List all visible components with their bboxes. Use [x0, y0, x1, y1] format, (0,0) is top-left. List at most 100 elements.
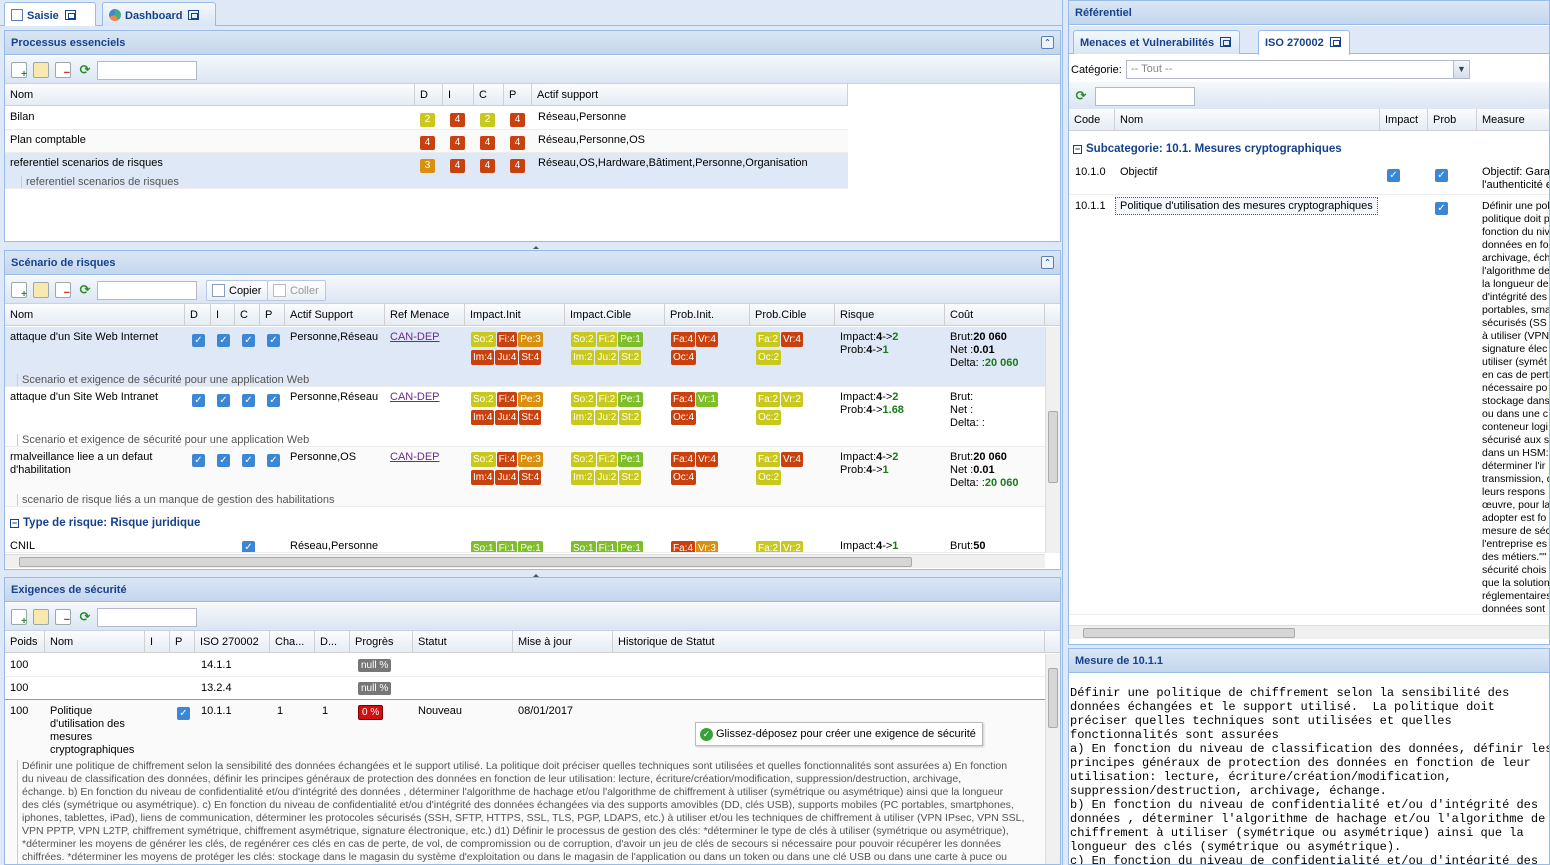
checkbox-c[interactable]: ✓: [242, 394, 255, 407]
collapse-icon[interactable]: ⌃: [1041, 256, 1054, 269]
categorie-select[interactable]: -- Tout -- ▼: [1126, 60, 1470, 79]
refresh-icon[interactable]: ⟳: [1073, 88, 1089, 104]
tab-dashboard[interactable]: Dashboard: [102, 2, 216, 26]
table-row[interactable]: Plan comptable 4 4 4 4 Réseau,Personne,O…: [5, 130, 848, 153]
col-poids[interactable]: Poids: [5, 631, 45, 653]
checkbox-p[interactable]: ✓: [267, 454, 280, 467]
horizontal-scrollbar[interactable]: [1069, 625, 1549, 639]
table-row[interactable]: 10.1.1 Politique d'utilisation des mesur…: [1069, 195, 1549, 615]
tab-menaces[interactable]: Menaces et Vulnerabilités: [1073, 30, 1241, 54]
add-icon[interactable]: [11, 282, 27, 300]
col-nom[interactable]: Nom: [5, 84, 415, 106]
checkbox-i[interactable]: ✓: [217, 334, 230, 347]
col-p[interactable]: P: [170, 631, 195, 653]
table-row[interactable]: referentiel scenarios de risques 3 4 4 4…: [5, 153, 848, 189]
scrollbar-thumb[interactable]: [1083, 628, 1295, 638]
delete-icon[interactable]: [55, 609, 71, 626]
col-prob-init[interactable]: Prob.Init.: [665, 304, 750, 326]
col-code[interactable]: Code: [1069, 109, 1115, 131]
refresh-icon[interactable]: ⟳: [77, 609, 93, 625]
detach-icon[interactable]: [1220, 37, 1232, 47]
checkbox-prob[interactable]: ✓: [1435, 169, 1448, 182]
add-icon[interactable]: [11, 609, 27, 627]
splitter[interactable]: [4, 242, 1061, 249]
edit-icon[interactable]: [33, 282, 49, 298]
scrollbar-thumb[interactable]: [1048, 411, 1058, 483]
col-d[interactable]: D: [415, 84, 443, 106]
splitter[interactable]: [4, 570, 1061, 577]
col-risque[interactable]: Risque: [835, 304, 945, 326]
chevron-down-icon[interactable]: ▼: [1453, 61, 1469, 78]
ref-menace-link[interactable]: CAN-DEP: [390, 451, 440, 463]
checkbox-p[interactable]: ✓: [177, 707, 190, 720]
checkbox-prob[interactable]: ✓: [1435, 202, 1448, 215]
checkbox-c[interactable]: ✓: [242, 541, 255, 552]
row-nom[interactable]: Politique d'utilisation des mesures cryp…: [1115, 197, 1378, 215]
collapse-group-icon[interactable]: −: [10, 519, 19, 528]
col-iso[interactable]: ISO 270002: [195, 631, 270, 653]
table-row[interactable]: 100 13.2.4 null %: [5, 677, 1045, 700]
table-row[interactable]: 10.1.0 Objectif ✓ ✓ Objectif: Garan l'aut…: [1069, 161, 1549, 195]
processus-search-input[interactable]: [97, 61, 197, 80]
col-i[interactable]: I: [145, 631, 170, 653]
col-actif[interactable]: Actif support: [532, 84, 848, 106]
horizontal-scrollbar[interactable]: [5, 554, 1045, 568]
checkbox-p[interactable]: ✓: [267, 334, 280, 347]
group-header[interactable]: − Type de risque: Risque juridique: [10, 517, 200, 529]
scrollbar-thumb[interactable]: [19, 557, 912, 567]
add-icon[interactable]: [11, 62, 27, 80]
col-nom[interactable]: Nom: [5, 304, 185, 326]
col-nom[interactable]: Nom: [1115, 109, 1380, 131]
col-ref[interactable]: Ref Menace: [385, 304, 465, 326]
referentiel-search-input[interactable]: [1095, 87, 1195, 106]
group-header[interactable]: − Subcategorie: 10.1. Mesures cryptograph…: [1073, 143, 1342, 155]
col-cha[interactable]: Cha...: [270, 631, 315, 653]
col-d[interactable]: D: [185, 304, 211, 326]
delete-icon[interactable]: [55, 282, 71, 299]
refresh-icon[interactable]: ⟳: [77, 282, 93, 298]
checkbox-c[interactable]: ✓: [242, 334, 255, 347]
detach-icon[interactable]: [1329, 37, 1341, 47]
col-c[interactable]: C: [235, 304, 260, 326]
scenario-search-input[interactable]: [97, 281, 197, 300]
ref-menace-link[interactable]: CAN-DEP: [390, 391, 440, 403]
refresh-icon[interactable]: ⟳: [77, 62, 93, 78]
col-p[interactable]: P: [504, 84, 532, 106]
col-actif[interactable]: Actif Support: [285, 304, 385, 326]
detach-icon[interactable]: [188, 10, 200, 20]
table-row[interactable]: 100 14.1.1 null %: [5, 654, 1045, 677]
tab-iso[interactable]: ISO 270002: [1258, 30, 1350, 55]
col-maj[interactable]: Mise à jour: [513, 631, 613, 653]
exigences-search-input[interactable]: [97, 608, 197, 627]
col-measure[interactable]: Measure: [1477, 109, 1549, 131]
copy-button[interactable]: Copier: [206, 280, 269, 301]
table-row[interactable]: Bilan 2 4 2 4 Réseau,Personne: [5, 107, 848, 130]
table-row[interactable]: attaque d'un Site Web Internet ✓ ✓ ✓ ✓ P…: [5, 327, 1045, 387]
collapse-group-icon[interactable]: −: [1073, 145, 1082, 154]
checkbox-p[interactable]: ✓: [267, 394, 280, 407]
col-i[interactable]: I: [443, 84, 474, 106]
col-d[interactable]: D...: [315, 631, 350, 653]
col-impact-cible[interactable]: Impact.Cible: [565, 304, 665, 326]
col-statut[interactable]: Statut: [413, 631, 513, 653]
checkbox-d[interactable]: ✓: [192, 394, 205, 407]
col-impact-init[interactable]: Impact.Init: [465, 304, 565, 326]
vertical-scrollbar[interactable]: [1045, 327, 1060, 553]
col-prob[interactable]: Prob: [1428, 109, 1477, 131]
col-impact[interactable]: Impact: [1380, 109, 1428, 131]
vertical-scrollbar[interactable]: [1045, 654, 1060, 864]
col-prob-cible[interactable]: Prob.Cible: [750, 304, 835, 326]
table-row[interactable]: attaque d'un Site Web Intranet ✓ ✓ ✓ ✓ P…: [5, 387, 1045, 447]
checkbox-impact[interactable]: ✓: [1387, 169, 1400, 182]
delete-icon[interactable]: [55, 62, 71, 79]
col-nom[interactable]: Nom: [45, 631, 145, 653]
col-c[interactable]: C: [474, 84, 504, 106]
col-i[interactable]: I: [211, 304, 235, 326]
checkbox-i[interactable]: ✓: [217, 394, 230, 407]
checkbox-d[interactable]: ✓: [192, 454, 205, 467]
col-p[interactable]: P: [260, 304, 285, 326]
tab-saisie[interactable]: Saisie: [4, 2, 96, 26]
scrollbar-thumb[interactable]: [1048, 668, 1058, 728]
col-historique[interactable]: Historique de Statut: [613, 631, 1045, 653]
edit-icon[interactable]: [33, 609, 49, 625]
